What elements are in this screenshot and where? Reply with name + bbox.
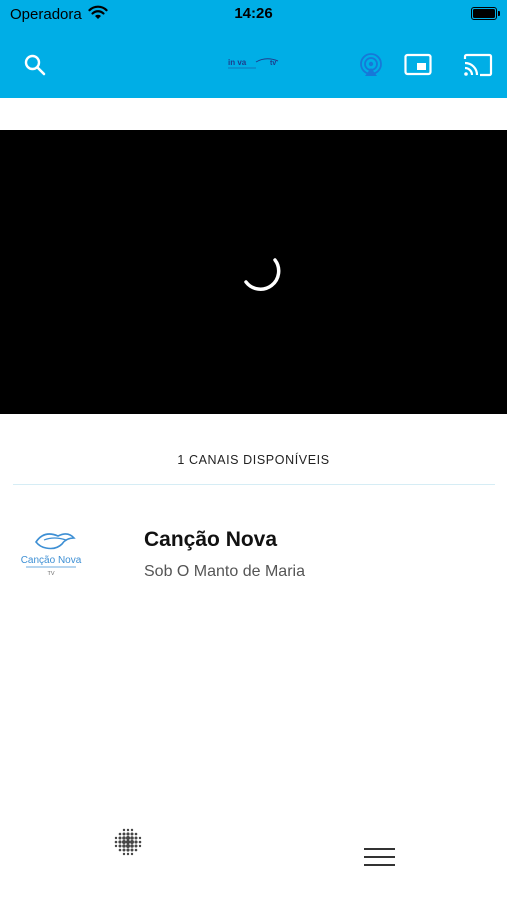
- channels-count-label: 1 CANAIS DISPONÍVEIS: [177, 453, 330, 467]
- search-icon: [24, 54, 46, 76]
- search-button[interactable]: [18, 48, 52, 82]
- app-logo: in va tv: [228, 58, 279, 69]
- menu-icon-bar: [364, 848, 395, 850]
- app-bar: in va tv: [0, 30, 507, 98]
- picture-in-picture-button[interactable]: [401, 48, 435, 82]
- menu-button[interactable]: [362, 844, 398, 870]
- menu-icon-bar: [364, 864, 395, 866]
- menu-icon-bar: [364, 856, 395, 858]
- channel-logo-text: Canção Nova: [21, 555, 82, 566]
- airplay-icon: [360, 53, 382, 76]
- channel-logo-subtext: TV: [47, 571, 54, 577]
- clock: 14:26: [234, 5, 273, 22]
- cast-button[interactable]: [461, 48, 495, 82]
- loading-spinner-icon: [244, 258, 281, 291]
- logo-text-right: tv: [270, 60, 276, 67]
- channel-logo: Canção Nova TV: [21, 533, 82, 577]
- channel-list-item[interactable]: Canção Nova TV Canção Nova Sob O Manto d…: [0, 500, 507, 600]
- battery-icon: [471, 7, 500, 20]
- status-bar: Operadora 14:26: [0, 0, 507, 30]
- cast-icon: [463, 53, 493, 77]
- logo-text-left: in va: [228, 58, 247, 67]
- channel-name: Canção Nova: [144, 528, 278, 551]
- channel-program: Sob O Manto de Maria: [144, 563, 305, 580]
- divider: [13, 484, 495, 485]
- picture-in-picture-icon: [404, 53, 432, 76]
- dots-grid-icon[interactable]: [110, 824, 146, 860]
- airplay-button[interactable]: [354, 48, 388, 82]
